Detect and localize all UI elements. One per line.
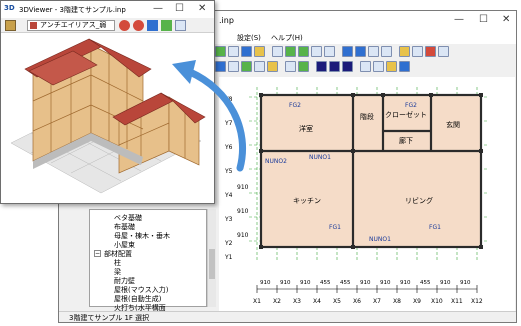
image-icon[interactable] [147,20,158,31]
left-dimension: 910 [237,184,249,191]
dimension-label: 910 [460,280,471,286]
viewer-toolbar: アンチエイリアス_弱 [1,18,214,33]
x-axis-label: X12 [471,298,483,305]
status-bar: 3階建てサンプル 1F 選択 [59,311,516,322]
tool-icon[interactable] [267,60,278,72]
image-icon[interactable] [272,45,283,57]
maximize-button[interactable]: ☐ [175,3,184,14]
x-axis-label: X1 [253,298,261,305]
tool-icon[interactable] [386,60,397,72]
move-icon[interactable] [161,20,172,31]
view-icon[interactable] [342,45,353,57]
minimize-button[interactable]: — [454,14,464,25]
room-label: クローゼット [385,110,427,119]
zoom-fit-icon[interactable] [311,45,322,57]
dimension-label: 910 [280,280,291,286]
tool-icon[interactable] [399,60,410,72]
room-label: 廊下 [399,136,413,145]
dimension-label: 910 [400,280,411,286]
main-title: .inp [219,16,234,25]
app-logo-icon: 3D [4,4,15,12]
x-axis-label: X3 [293,298,301,305]
tool-icon[interactable] [412,45,423,57]
viewer-titlebar: 3D 3DViewer - 3階建てサンプル.inp — ☐ ✕ [1,1,214,18]
room-label: 洋室 [299,124,313,133]
close-button[interactable]: ✕ [502,14,510,25]
link-arrow [172,60,247,172]
y-axis-label: Y4 [224,192,233,199]
status-text: 3階建てサンプル 1F 選択 [69,314,150,322]
color-swatch [30,22,37,29]
x-axis-label: X2 [273,298,281,305]
play-icon[interactable] [329,60,340,72]
view-icon[interactable] [381,45,392,57]
tool-icon[interactable] [438,45,449,57]
element-tree: ベタ基礎 布基礎 母屋・棟木・垂木 小屋束 − 部材配置 柱 梁 耐力壁 屋根(… [89,209,207,312]
menu-help[interactable]: ヘルプ(H) [271,33,303,43]
y-axis-label: Y3 [224,216,233,223]
dimension-label: 910 [300,280,311,286]
viewer-title: 3DViewer - 3階建てサンプル.inp [19,6,126,14]
scroll-thumb[interactable] [209,249,215,279]
x-axis-label: X8 [393,298,401,305]
minimize-button[interactable]: — [153,3,163,14]
wall-tag: FG2 [405,102,417,109]
wall-tag: NUNO1 [369,236,391,243]
view-icon[interactable] [175,20,186,31]
tool-icon[interactable] [425,45,436,57]
view-icon[interactable] [355,45,366,57]
zoom-out-icon[interactable] [298,45,309,57]
render-mode-select[interactable]: アンチエイリアス_弱 [27,20,115,31]
dimension-label: 910 [260,280,271,286]
y-axis-label: Y2 [224,240,233,247]
wall-tag: FG2 [289,102,301,109]
dimension-label: 910 [440,280,451,286]
x-axis-label: X4 [313,298,321,305]
room-label: キッチン [293,197,321,205]
play-icon[interactable] [316,60,327,72]
dimension-label: 910 [380,280,391,286]
left-dimension: 910 [237,208,249,215]
folder-icon[interactable] [5,20,16,31]
x-axis-label: X9 [413,298,421,305]
floor-plan: 洋室 階段 クローゼット 玄関 廊下 キッチン リビング FG2 FG2 NUN… [224,87,489,305]
tool-icon[interactable] [298,60,309,72]
tool-icon[interactable] [373,60,384,72]
tool-icon[interactable] [360,60,371,72]
dimension-label: 455 [420,280,431,286]
render-mode-value: アンチエイリアス_弱 [40,21,107,29]
wall-tag: FG1 [329,224,341,231]
tree-scrollbar[interactable] [207,209,216,307]
tree-collapse-toggle[interactable]: − [94,250,101,257]
zoom-area-icon[interactable] [324,45,335,57]
dimension-label: 455 [340,280,351,286]
room-label: リビング [405,196,433,205]
zoom-in-icon[interactable] [285,45,296,57]
tool-icon[interactable] [285,60,296,72]
grid-icon[interactable] [399,45,410,57]
play-icon[interactable] [342,60,353,72]
x-axis-label: X6 [353,298,361,305]
x-axis-label: X7 [373,298,381,305]
plan-canvas[interactable]: 洋室 階段 クローゼット 玄関 廊下 キッチン リビング FG2 FG2 NUN… [219,77,515,313]
rotate-icon[interactable] [133,20,144,31]
room-label: 玄関 [446,120,460,129]
wall-tag: NUNO2 [265,158,287,165]
x-axis-label: X10 [431,298,443,305]
wall-tag: NUNO1 [309,154,331,161]
close-button[interactable]: ✕ [198,3,206,14]
dimension-label: 910 [360,280,371,286]
room-label: 階段 [360,112,374,121]
wall-tag: FG1 [429,224,441,231]
refresh-icon[interactable] [119,20,130,31]
y-axis-label: Y1 [224,254,233,261]
menu-settings[interactable]: 設定(S) [237,33,261,43]
left-dimension: 910 [237,232,249,239]
dimension-label: 455 [320,280,331,286]
x-axis-label: X11 [451,298,463,305]
x-axis-label: X5 [333,298,341,305]
maximize-button[interactable]: ☐ [479,14,488,25]
view-icon[interactable] [368,45,379,57]
